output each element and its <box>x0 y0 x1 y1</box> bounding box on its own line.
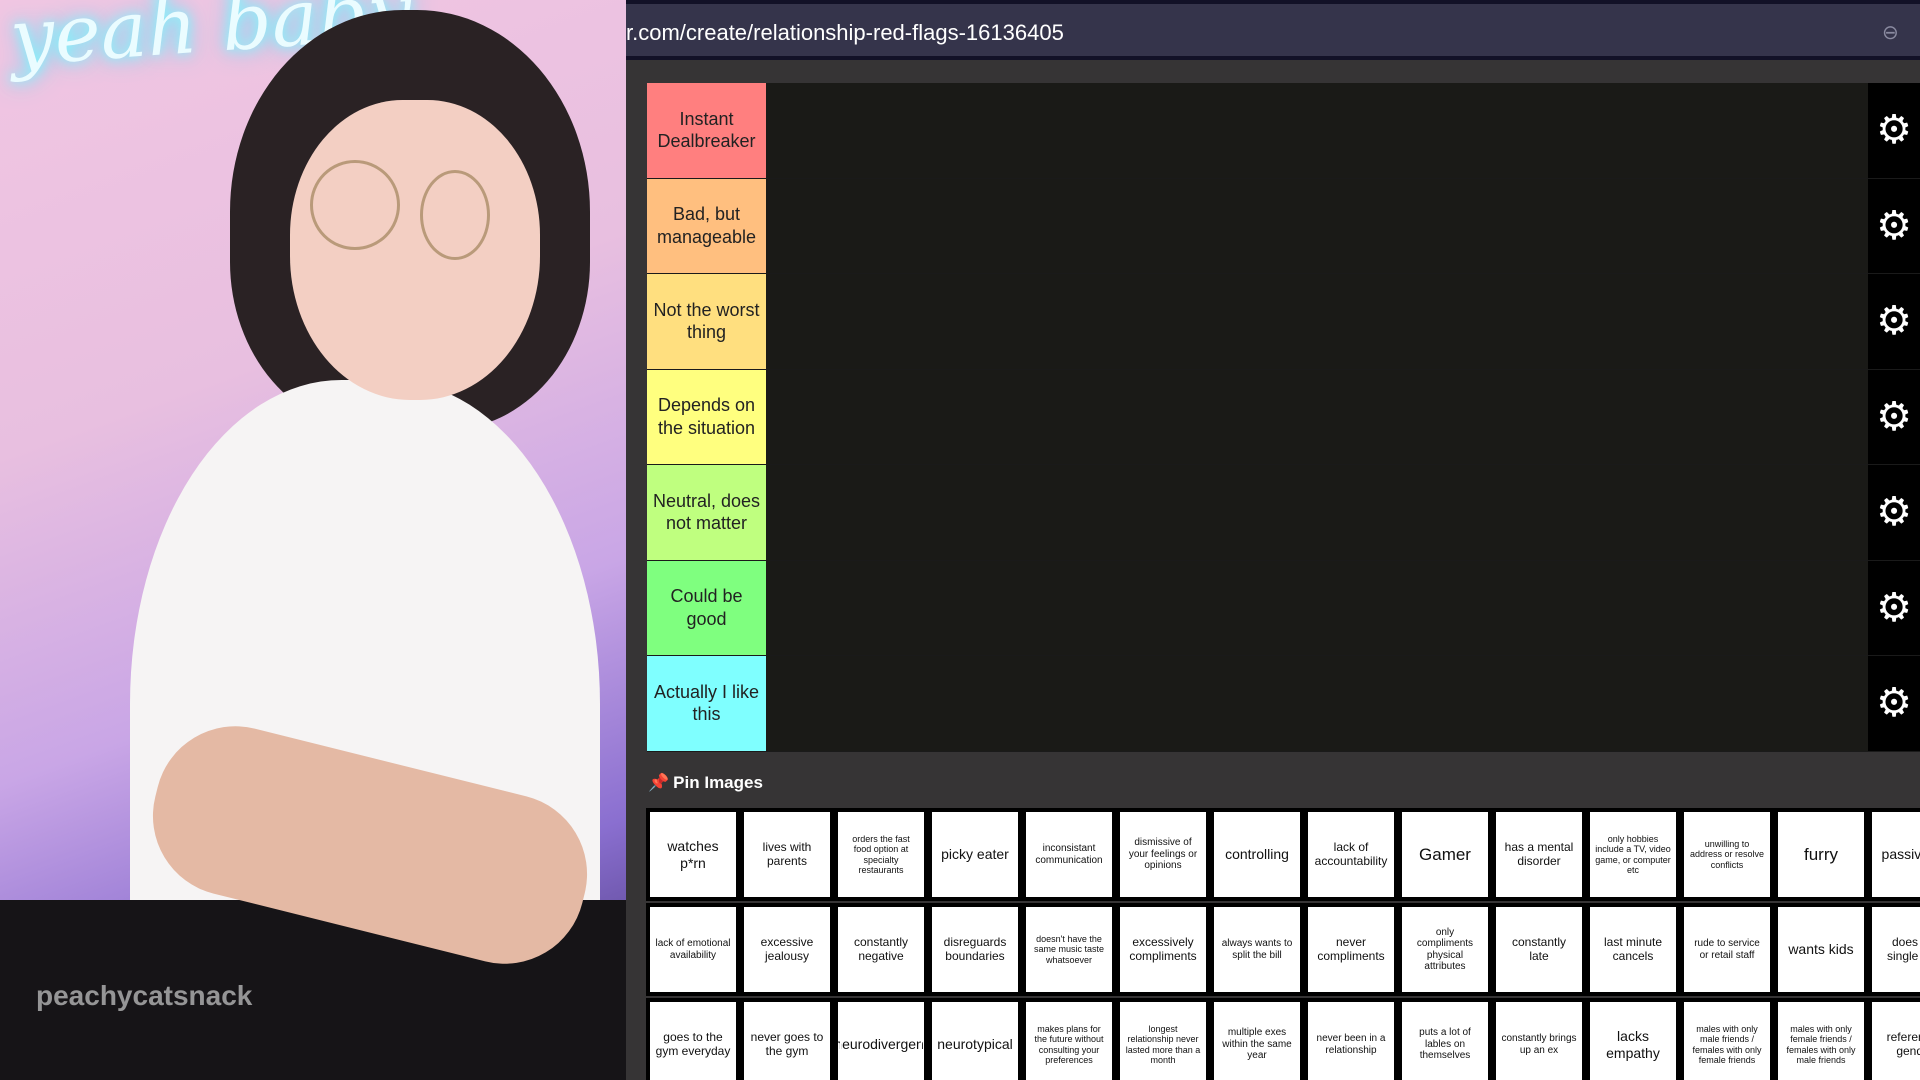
tier-row: Could be good ⚙ <box>647 560 1920 656</box>
glasses-left <box>310 160 400 250</box>
tier-item-card[interactable]: passive ag <box>1868 808 1920 901</box>
glasses-right <box>420 170 490 260</box>
gear-icon[interactable]: ⚙ <box>1868 178 1920 273</box>
gear-icon[interactable]: ⚙ <box>1868 560 1920 655</box>
tier-item-card[interactable]: only compliments physical attributes <box>1398 903 1492 996</box>
tier-dropzone[interactable] <box>766 274 1868 369</box>
tier-label[interactable]: Not the worst thing <box>647 274 766 369</box>
tier-item-card[interactable]: furry <box>1774 808 1868 901</box>
tier-item-card[interactable]: watches p*rn <box>646 808 740 901</box>
image-pool: watches p*rn lives with parents orders the… <box>646 808 1920 1080</box>
tier-item-card[interactable]: has a mental disorder <box>1492 808 1586 901</box>
tier-row: Bad, but manageable ⚙ <box>647 178 1920 274</box>
streamer-watermark: peachycatsnack <box>36 980 253 1011</box>
tier-label[interactable]: Neutral, does not matter <box>647 465 766 560</box>
tier-item-card[interactable]: always wants to split the bill <box>1210 903 1304 996</box>
tier-row: Actually I like this ⚙ <box>647 656 1920 752</box>
tier-item-card[interactable]: never been in a relationship <box>1304 998 1398 1080</box>
tier-item-card[interactable]: constantly brings up an ex <box>1492 998 1586 1080</box>
pool-row: goes to the gym everyday never goes to th… <box>646 998 1920 1080</box>
tier-item-card[interactable]: orders the fast food option at specialty… <box>834 808 928 901</box>
gear-icon[interactable]: ⚙ <box>1868 274 1920 369</box>
tier-item-card[interactable]: excessive jealousy <box>740 903 834 996</box>
url-text[interactable]: r.com/create/relationship-red-flags-1613… <box>626 20 1064 46</box>
tier-item-card[interactable]: makes plans for the future without consu… <box>1022 998 1116 1080</box>
tier-dropzone[interactable] <box>766 465 1868 560</box>
tier-dropzone[interactable] <box>766 369 1868 464</box>
tier-item-card[interactable]: lack of emotional availability <box>646 903 740 996</box>
webcam-overlay: yeah baby peachycatsnack <box>0 0 626 1080</box>
pool-row: lack of emotional availability excessive … <box>646 903 1920 998</box>
tier-item-card[interactable]: constantly late <box>1492 903 1586 996</box>
pin-images-toggle[interactable]: 📌 Pin Images <box>648 773 763 793</box>
tier-item-card[interactable]: Gamer <box>1398 808 1492 901</box>
tier-item-card[interactable]: doesn't have the same music taste whatso… <box>1022 903 1116 996</box>
tier-item-card[interactable]: picky eater <box>928 808 1022 901</box>
tier-row: Instant Dealbreaker ⚙ <box>647 83 1920 179</box>
tier-list: Instant Dealbreaker ⚙ Bad, but manageable ⚙… <box>647 83 1920 752</box>
pin-images-label: Pin Images <box>673 773 763 792</box>
tier-row: Neutral, does not matter ⚙ <box>647 465 1920 561</box>
tier-item-card[interactable]: neurotypical <box>928 998 1022 1080</box>
tier-item-card[interactable]: rude to service or retail staff <box>1680 903 1774 996</box>
tier-item-card[interactable]: disreguards boundaries <box>928 903 1022 996</box>
tier-row: Not the worst thing ⚙ <box>647 274 1920 370</box>
tier-item-card[interactable]: references gender <box>1868 998 1920 1080</box>
zoom-out-icon[interactable]: ⊖ <box>1882 20 1904 44</box>
tier-item-card[interactable]: never goes to the gym <box>740 998 834 1080</box>
tier-label[interactable]: Could be good <box>647 560 766 655</box>
address-bar[interactable]: r.com/create/relationship-red-flags-1613… <box>626 0 1920 60</box>
tier-item-card[interactable]: excessively compliments <box>1116 903 1210 996</box>
tier-item-card[interactable]: multiple exes within the same year <box>1210 998 1304 1080</box>
pushpin-icon: 📌 <box>648 773 670 792</box>
tier-item-card[interactable]: longest relationship never lasted more t… <box>1116 998 1210 1080</box>
tier-item-card[interactable]: males with only male friends / females w… <box>1680 998 1774 1080</box>
gear-icon[interactable]: ⚙ <box>1868 83 1920 178</box>
tier-item-card[interactable]: last minute cancels <box>1586 903 1680 996</box>
tier-item-card[interactable]: goes to the gym everyday <box>646 998 740 1080</box>
streamer-face <box>290 100 540 400</box>
tier-label[interactable]: Depends on the situation <box>647 369 766 464</box>
tier-label[interactable]: Bad, but manageable <box>647 178 766 273</box>
tier-label[interactable]: Instant Dealbreaker <box>647 83 766 178</box>
tier-dropzone[interactable] <box>766 560 1868 655</box>
tier-dropzone[interactable] <box>766 83 1868 178</box>
tier-dropzone[interactable] <box>766 656 1868 751</box>
tier-item-card[interactable]: never compliments <box>1304 903 1398 996</box>
tier-item-card[interactable]: unwilling to address or resolve conflict… <box>1680 808 1774 901</box>
tier-dropzone[interactable] <box>766 178 1868 273</box>
tier-item-card[interactable]: inconsistant communication <box>1022 808 1116 901</box>
tier-item-card[interactable]: males with only female friends / females… <box>1774 998 1868 1080</box>
tier-item-card[interactable]: puts a lot of lables on themselves <box>1398 998 1492 1080</box>
tier-item-card[interactable]: only hobbies include a TV, video game, o… <box>1586 808 1680 901</box>
tier-row: Depends on the situation ⚙ <box>647 369 1920 465</box>
tier-item-card[interactable]: dismissive of your feelings or opinions <box>1116 808 1210 901</box>
tier-item-card[interactable]: lack of accountability <box>1304 808 1398 901</box>
gear-icon[interactable]: ⚙ <box>1868 465 1920 560</box>
tier-label[interactable]: Actually I like this <box>647 656 766 751</box>
tier-item-card[interactable]: lacks empathy <box>1586 998 1680 1080</box>
tier-item-card[interactable]: controlling <box>1210 808 1304 901</box>
tier-item-card[interactable]: does not single clos <box>1868 903 1920 996</box>
pool-row: watches p*rn lives with parents orders the… <box>646 808 1920 903</box>
gear-icon[interactable]: ⚙ <box>1868 369 1920 464</box>
tier-item-card[interactable]: wants kids <box>1774 903 1868 996</box>
gear-icon[interactable]: ⚙ <box>1868 656 1920 751</box>
tier-item-card[interactable]: constantly negative <box>834 903 928 996</box>
tier-item-card[interactable]: neurodivergent <box>834 998 928 1080</box>
tier-item-card[interactable]: lives with parents <box>740 808 834 901</box>
